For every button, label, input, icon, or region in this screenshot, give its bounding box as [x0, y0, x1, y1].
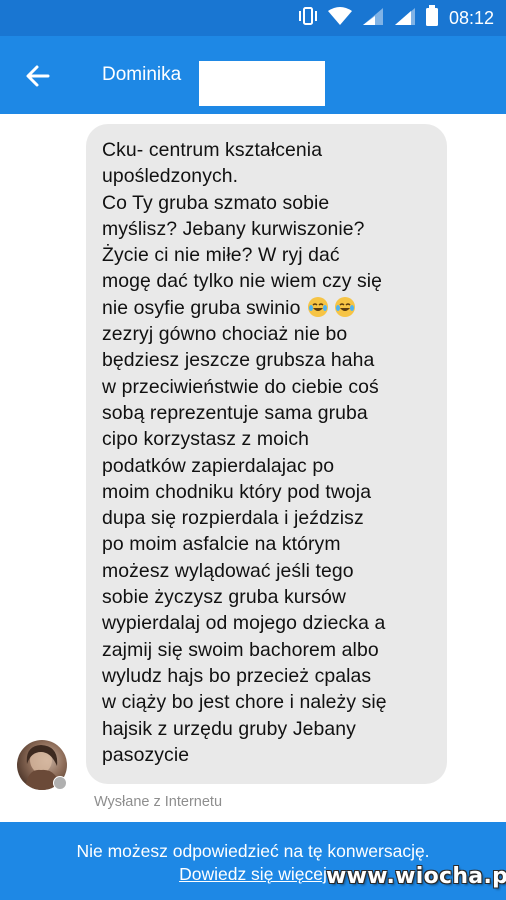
signal-icon — [361, 6, 385, 31]
back-button[interactable] — [22, 60, 54, 92]
message-line: wypierdalaj od mojego dziecka a — [102, 612, 386, 635]
message-line: sobie życzysz gruba kursów — [102, 586, 346, 609]
sent-from-label: Wysłane z Internetu — [94, 794, 223, 810]
status-icons: 08:12 — [297, 0, 494, 36]
message-line: sobą reprezentuje sama gruba — [102, 401, 368, 424]
message-line: będziesz jeszcze grubsza haha — [102, 349, 375, 372]
message-line: podatków zapierdalajac po — [102, 454, 335, 477]
footer: Nie możesz odpowiedzieć na tę konwersacj… — [0, 822, 506, 900]
message-line: cipo korzystasz z moich — [102, 428, 310, 451]
message-bubble: Cku- centrum kształcenia upośledzonych. … — [86, 124, 447, 784]
contact-name: Dominika — [102, 64, 182, 85]
message-line: dupa się rozpierdala i jeździsz — [102, 507, 364, 530]
message-line: hajsik z urzędu gruby Jebany — [102, 717, 356, 740]
message-line: myślisz? Jebany kurwiszonie? — [102, 217, 365, 240]
message-line: w przeciwieństwie do ciebie coś — [102, 375, 379, 398]
message-line: wyludz hajs bo przecież cpalas — [102, 664, 372, 687]
facebook-badge-icon — [53, 776, 67, 790]
message-line-with-emoji: nie osyfie gruba swinio — [102, 295, 433, 321]
app-bar: Dominika — [0, 36, 506, 114]
message-text: nie osyfie gruba swinio — [102, 296, 301, 319]
message-line: upośledzonych. — [102, 165, 239, 188]
message-line: zezryj gówno chociaż nie bo — [102, 323, 348, 346]
status-time: 08:12 — [448, 7, 494, 28]
message-line: mogę dać tylko nie wiem czy się — [102, 270, 383, 293]
tears-of-joy-emoji-icon — [307, 296, 328, 317]
message-line: pasozycie — [102, 743, 190, 766]
message-line: po moim asfalcie na którym — [102, 533, 341, 556]
signal-icon — [393, 6, 417, 31]
watermark: www.wiocha.pl — [326, 864, 506, 889]
wifi-icon — [327, 6, 353, 31]
redacted-surname — [199, 61, 325, 106]
message-line: Co Ty gruba szmato sobie — [102, 191, 330, 214]
vibrate-icon — [297, 6, 319, 31]
message-line: Cku- centrum kształcenia — [102, 139, 323, 161]
conversation-area: Cku- centrum kształcenia upośledzonych. … — [0, 114, 506, 822]
message-line: Życie ci nie miłe? W ryj dać — [102, 244, 340, 267]
cannot-reply-notice: Nie możesz odpowiedzieć na tę konwersacj… — [76, 841, 430, 861]
message-line: zajmij się swoim bachorem albo — [102, 638, 379, 661]
arrow-left-icon — [22, 65, 54, 96]
battery-icon — [425, 4, 439, 32]
message-line: moim chodniku który pod twoja — [102, 480, 372, 503]
message-line: możesz wylądować jeśli tego — [102, 559, 354, 582]
tears-of-joy-emoji-icon — [335, 296, 356, 317]
status-bar: 08:12 — [0, 0, 506, 36]
message-line: w ciąży bo jest chore i należy się — [102, 691, 387, 714]
